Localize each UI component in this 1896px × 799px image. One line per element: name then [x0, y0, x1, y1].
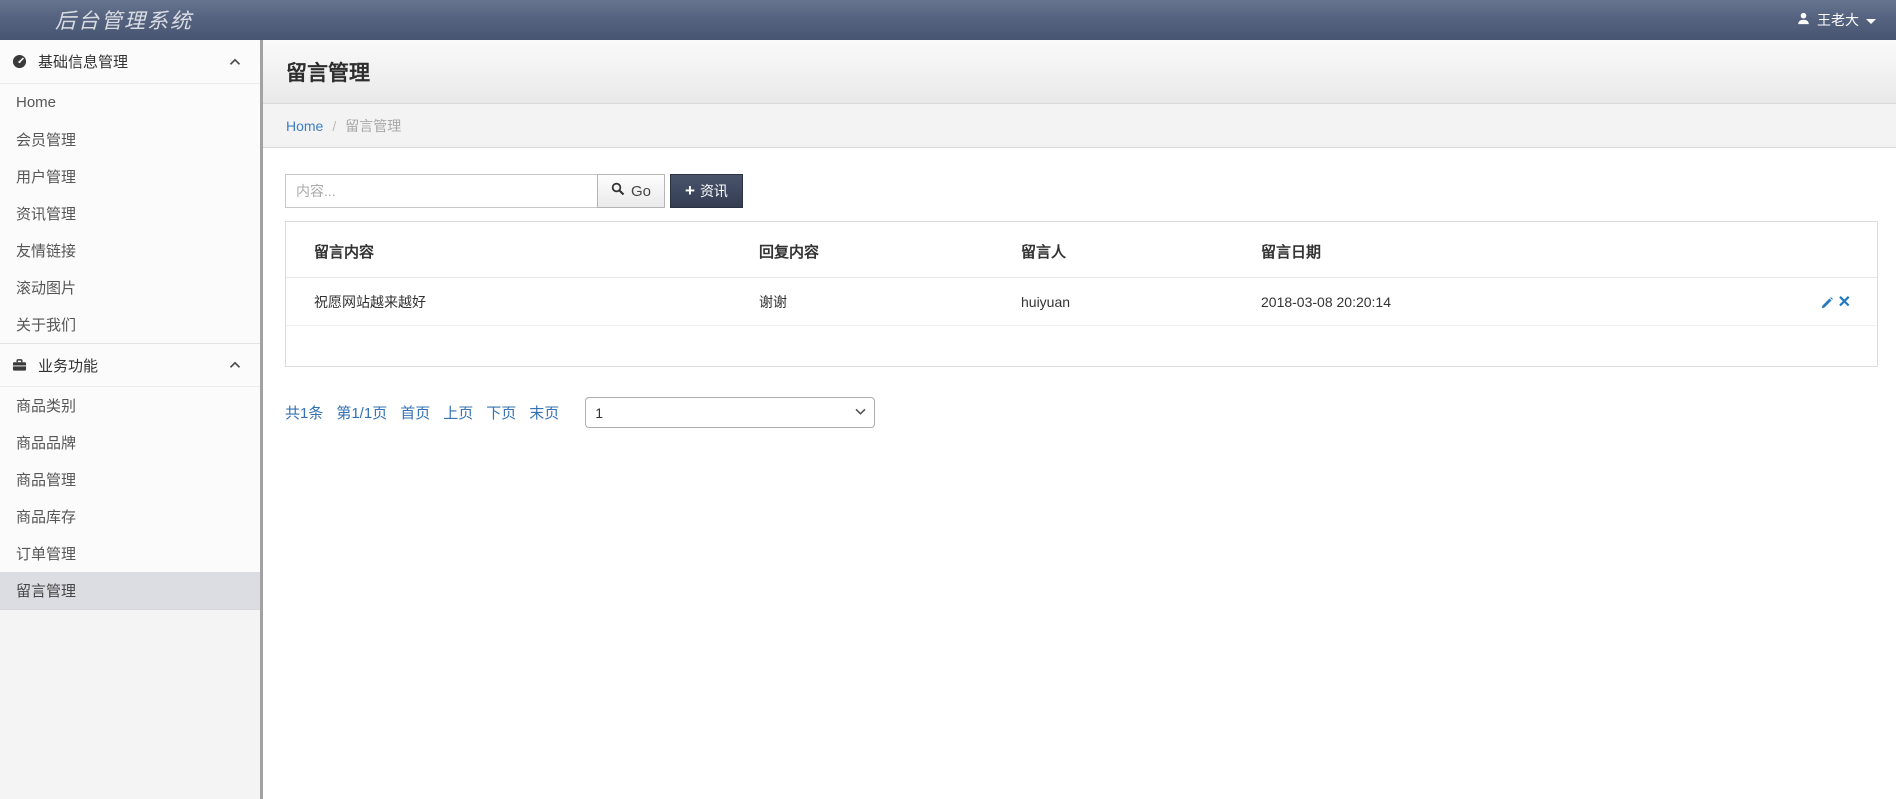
- sidebar-item-user-mgmt[interactable]: 用户管理: [0, 158, 260, 195]
- sidebar-item-product-stock[interactable]: 商品库存: [0, 498, 260, 535]
- breadcrumb-home-link[interactable]: Home: [286, 118, 323, 134]
- column-header-actions: [1802, 222, 1877, 278]
- sidebar-item-news-mgmt[interactable]: 资讯管理: [0, 195, 260, 232]
- pagination-first-link[interactable]: 首页: [400, 402, 430, 423]
- delete-icon[interactable]: ✕: [1838, 294, 1851, 311]
- sidebar-item-product-mgmt[interactable]: 商品管理: [0, 461, 260, 498]
- briefcase-icon: [12, 358, 27, 372]
- cell-author: huiyuan: [1021, 277, 1261, 326]
- content: Go + 资讯 留言内容 回复内容 留言人 留言日期: [263, 148, 1896, 428]
- sidebar-section-business[interactable]: 业务功能: [0, 343, 260, 387]
- breadcrumb-separator: /: [332, 117, 337, 134]
- cell-message-content: 祝愿网站越来越好: [286, 277, 759, 326]
- chevron-up-icon: [229, 361, 241, 369]
- sidebar-item-home[interactable]: Home: [0, 84, 260, 121]
- add-news-button-label: 资讯: [699, 183, 728, 199]
- user-name: 王老大: [1817, 12, 1859, 28]
- pagination: 共1条 第1/1页 首页 上页 下页 末页 1: [285, 397, 1878, 428]
- column-header-author: 留言人: [1021, 244, 1067, 261]
- user-menu[interactable]: 王老大: [1797, 10, 1876, 30]
- sidebar-nav: 基础信息管理 Home 会员管理 用户管理 资讯管理 友情链接 滚动图片 关于我…: [0, 40, 260, 610]
- column-header-date: 留言日期: [1261, 244, 1322, 261]
- page-select[interactable]: 1: [585, 397, 876, 428]
- messages-table-panel: 留言内容 回复内容 留言人 留言日期 祝愿网站越来越好 谢谢 huiyuan 2…: [285, 221, 1878, 367]
- sidebar-item-message-mgmt[interactable]: 留言管理: [0, 572, 260, 609]
- cell-date: 2018-03-08 20:20:14: [1261, 277, 1802, 326]
- add-news-button[interactable]: + 资讯: [670, 174, 743, 208]
- sidebar-section-basic-info[interactable]: 基础信息管理: [0, 40, 260, 84]
- main-area: 留言管理 Home / 留言管理 Go + 资讯: [263, 40, 1896, 799]
- sidebar: 基础信息管理 Home 会员管理 用户管理 资讯管理 友情链接 滚动图片 关于我…: [0, 40, 263, 799]
- sidebar-item-order-mgmt[interactable]: 订单管理: [0, 535, 260, 572]
- sidebar-section-label: 基础信息管理: [38, 54, 129, 71]
- go-button-label: Go: [630, 182, 651, 200]
- messages-table: 留言内容 回复内容 留言人 留言日期 祝愿网站越来越好 谢谢 huiyuan 2…: [286, 222, 1877, 326]
- search-input[interactable]: [285, 174, 598, 208]
- app-title: 后台管理系统: [55, 9, 193, 33]
- sidebar-item-about-us[interactable]: 关于我们: [0, 306, 260, 343]
- column-header-reply-content: 回复内容: [759, 244, 820, 261]
- page-title: 留言管理: [286, 61, 370, 85]
- go-button[interactable]: Go: [597, 174, 665, 208]
- sidebar-item-member-mgmt[interactable]: 会员管理: [0, 121, 260, 158]
- top-bar: 后台管理系统 王老大: [0, 0, 1896, 40]
- breadcrumb: Home / 留言管理: [263, 104, 1896, 148]
- column-header-message-content: 留言内容: [314, 244, 375, 261]
- table-header-row: 留言内容 回复内容 留言人 留言日期: [286, 222, 1877, 278]
- caret-down-icon: [1866, 18, 1876, 24]
- cell-reply-content: 谢谢: [759, 277, 1021, 326]
- pagination-page-indicator: 第1/1页: [336, 405, 388, 422]
- dashboard-icon: [12, 54, 27, 69]
- sidebar-section-label: 业务功能: [38, 357, 99, 375]
- pagination-last-link[interactable]: 末页: [529, 402, 559, 423]
- sidebar-item-carousel-images[interactable]: 滚动图片: [0, 269, 260, 306]
- pagination-prev-link[interactable]: 上页: [443, 402, 473, 423]
- toolbar: Go + 资讯: [285, 174, 1878, 208]
- page-header: 留言管理: [263, 40, 1896, 104]
- chevron-up-icon: [229, 58, 241, 66]
- sidebar-item-product-category[interactable]: 商品类别: [0, 387, 260, 424]
- edit-icon[interactable]: [1820, 296, 1834, 310]
- sidebar-item-product-brand[interactable]: 商品品牌: [0, 424, 260, 461]
- pagination-next-link[interactable]: 下页: [486, 402, 516, 423]
- breadcrumb-current: 留言管理: [345, 117, 402, 134]
- pagination-total: 共1条: [285, 405, 324, 422]
- table-row: 祝愿网站越来越好 谢谢 huiyuan 2018-03-08 20:20:14 …: [286, 277, 1877, 326]
- search-icon: [611, 182, 625, 200]
- plus-icon: +: [685, 180, 695, 200]
- page-select-wrap: 1: [585, 397, 876, 428]
- sidebar-item-friend-links[interactable]: 友情链接: [0, 232, 260, 269]
- user-icon: [1797, 12, 1810, 28]
